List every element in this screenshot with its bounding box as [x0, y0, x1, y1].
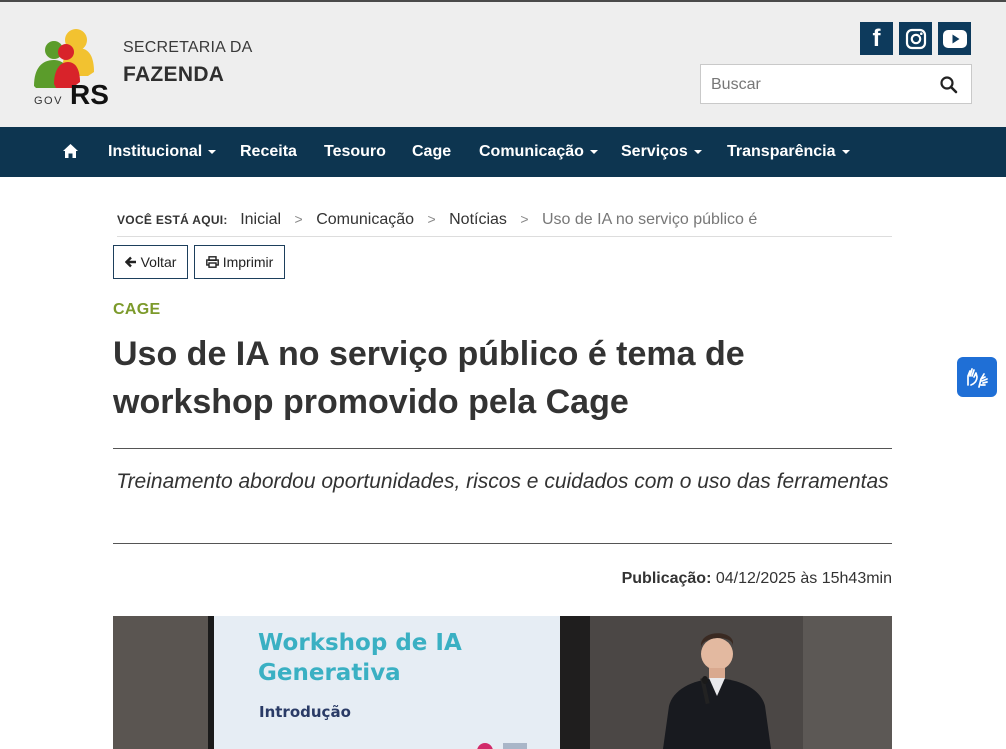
search-input[interactable]: [709, 74, 933, 96]
print-button[interactable]: Imprimir: [194, 245, 285, 279]
breadcrumb: VOCÊ ESTÁ AQUI: Inicial > Comunicação > …: [117, 211, 892, 237]
nav-item-transparencia[interactable]: Transparência: [727, 127, 850, 177]
nav-item-label: Tesouro: [324, 143, 386, 160]
logo-rs-text: RS: [70, 79, 109, 106]
site-header: GOV RS SECRETARIA DA FAZENDA f: [0, 2, 1006, 127]
nav-item-servicos[interactable]: Serviços: [621, 127, 702, 177]
publication-value: 04/12/2025 às 15h43min: [715, 570, 892, 587]
breadcrumb-separator: >: [520, 211, 529, 227]
back-button-label: Voltar: [140, 254, 177, 270]
arrow-left-icon: [124, 256, 136, 268]
youtube-icon: [942, 29, 967, 48]
nav-item-label: Transparência: [727, 143, 836, 160]
article-title: Uso de IA no serviço público é tema de w…: [113, 335, 745, 421]
accessibility-widget-button[interactable]: [957, 357, 997, 397]
nav-item-institucional[interactable]: Institucional: [108, 127, 217, 177]
main-navigation: Institucional Receita Tesouro Cage Comun…: [0, 127, 1006, 177]
breadcrumb-current: Uso de IA no serviço público é: [542, 211, 758, 228]
nav-item-cage[interactable]: Cage: [412, 127, 451, 177]
nav-item-label: Institucional: [108, 143, 203, 160]
nav-item-comunicacao[interactable]: Comunicação: [479, 127, 598, 177]
sign-language-hands-icon: [967, 368, 988, 388]
breadcrumb-separator: >: [427, 211, 436, 227]
breadcrumb-separator: >: [294, 211, 303, 227]
print-button-label: Imprimir: [222, 254, 274, 270]
article-subtitle: Treinamento abordou oportunidades, risco…: [116, 470, 889, 493]
article-photo-scene: Workshop de IA Generativa Introdução: [113, 616, 892, 749]
org-name-line2: FAZENDA: [123, 63, 225, 86]
article-category[interactable]: CAGE: [113, 301, 160, 319]
search-icon[interactable]: [939, 75, 959, 95]
article-photo[interactable]: Workshop de IA Generativa Introdução: [113, 616, 892, 749]
nav-item-label: Cage: [412, 143, 452, 160]
publication-label: Publicação:: [621, 570, 712, 587]
logo-gov-text: GOV: [34, 95, 63, 106]
breadcrumb-label: VOCÊ ESTÁ AQUI:: [117, 213, 228, 227]
facebook-link[interactable]: f: [860, 22, 893, 55]
caret-down-icon: [589, 149, 598, 154]
slide-title-line1: Workshop de IA: [258, 630, 462, 656]
breadcrumb-link-noticias[interactable]: Notícias: [449, 211, 507, 228]
caret-down-icon: [693, 149, 702, 154]
publication-date: Publicação: 04/12/2025 às 15h43min: [622, 570, 892, 588]
divider-bottom: [113, 543, 892, 544]
org-name-line1: SECRETARIA DA: [123, 39, 253, 56]
slide-section: Introdução: [259, 703, 351, 721]
facebook-icon: f: [872, 24, 881, 52]
nav-item-label: Comunicação: [479, 143, 584, 160]
youtube-link[interactable]: [938, 22, 971, 55]
instagram-icon: [905, 28, 926, 49]
back-button[interactable]: Voltar: [113, 245, 188, 279]
caret-down-icon: [841, 149, 850, 154]
slide-title-line2: Generativa: [258, 660, 401, 686]
search-box: [700, 64, 972, 104]
nav-item-tesouro[interactable]: Tesouro: [324, 127, 386, 177]
printer-icon: [205, 256, 219, 268]
nav-item-receita[interactable]: Receita: [240, 127, 297, 177]
nav-item-label: Serviços: [621, 143, 688, 160]
nav-item-label: Receita: [240, 143, 297, 160]
instagram-link[interactable]: [899, 22, 932, 55]
breadcrumb-link-inicial[interactable]: Inicial: [240, 211, 281, 228]
breadcrumb-link-comunicacao[interactable]: Comunicação: [316, 211, 414, 228]
home-icon[interactable]: [62, 143, 79, 159]
divider-top: [113, 448, 892, 449]
govrs-logo[interactable]: GOV RS: [32, 26, 118, 106]
caret-down-icon: [208, 149, 217, 154]
